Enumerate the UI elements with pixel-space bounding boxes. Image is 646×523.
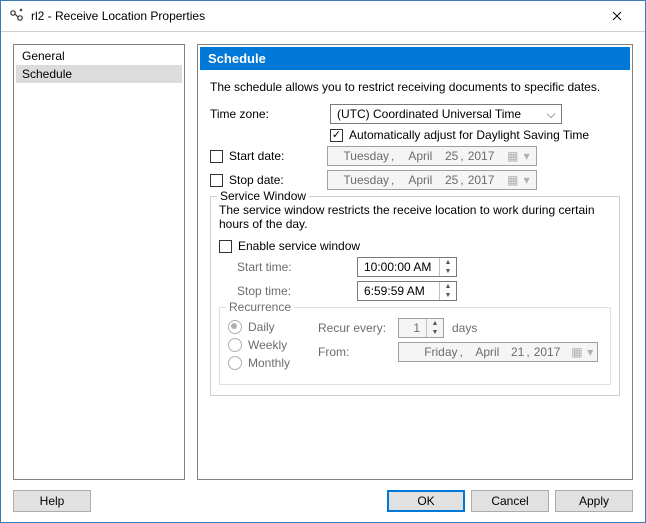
timezone-value: (UTC) Coordinated Universal Time bbox=[337, 107, 543, 121]
help-button[interactable]: Help bbox=[13, 490, 91, 512]
timezone-combobox[interactable]: (UTC) Coordinated Universal Time ⌵ bbox=[330, 104, 562, 124]
stop-time-spinner[interactable]: 6:59:59 AM ▲▼ bbox=[357, 281, 457, 301]
spin-up-icon: ▲ bbox=[427, 319, 443, 328]
recur-every-spinner[interactable]: 1 ▲▼ bbox=[398, 318, 444, 338]
recurrence-weekly-label: Weekly bbox=[248, 338, 287, 352]
recurrence-monthly-radio[interactable] bbox=[228, 356, 242, 370]
enable-service-window-label: Enable service window bbox=[238, 239, 360, 253]
service-window-desc: The service window restricts the receive… bbox=[219, 203, 611, 231]
start-time-spinner[interactable]: 10:00:00 AM ▲▼ bbox=[357, 257, 457, 277]
recur-from-label: From: bbox=[318, 345, 398, 359]
service-window-legend: Service Window bbox=[217, 189, 309, 203]
main-area: General Schedule Schedule The schedule a… bbox=[13, 44, 633, 480]
recurrence-daily-radio[interactable] bbox=[228, 320, 242, 334]
window-title: rl2 - Receive Location Properties bbox=[31, 9, 597, 23]
app-icon bbox=[9, 8, 25, 24]
enable-service-window-checkbox[interactable] bbox=[219, 240, 232, 253]
recurrence-legend: Recurrence bbox=[226, 300, 294, 314]
recurrence-group: Recurrence Daily Weekly Monthly Recur ev… bbox=[219, 307, 611, 385]
chevron-down-icon: ▾ bbox=[522, 149, 532, 163]
calendar-icon: ▦ bbox=[568, 345, 585, 359]
recur-from-picker[interactable]: Friday, April 21, 2017 ▦ ▾ bbox=[398, 342, 598, 362]
recurrence-monthly-label: Monthly bbox=[248, 356, 290, 370]
dst-label: Automatically adjust for Daylight Saving… bbox=[349, 128, 589, 142]
stop-date-picker[interactable]: Tuesday, April 25, 2017 ▦ ▾ bbox=[327, 170, 537, 190]
spin-down-icon: ▼ bbox=[440, 267, 456, 276]
sidebar-item-general[interactable]: General bbox=[16, 47, 182, 65]
spin-up-icon: ▲ bbox=[440, 258, 456, 267]
section-header: Schedule bbox=[200, 47, 630, 70]
calendar-icon: ▦ bbox=[504, 149, 522, 163]
stop-date-checkbox[interactable] bbox=[210, 174, 223, 187]
ok-button[interactable]: OK bbox=[387, 490, 465, 512]
recurrence-daily-label: Daily bbox=[248, 320, 275, 334]
service-window-group: Service Window The service window restri… bbox=[210, 196, 620, 396]
close-button[interactable] bbox=[597, 1, 637, 31]
start-time-label: Start time: bbox=[219, 260, 357, 274]
chevron-down-icon: ⌵ bbox=[543, 107, 559, 122]
dialog-window: rl2 - Receive Location Properties Genera… bbox=[0, 0, 646, 523]
spin-down-icon: ▼ bbox=[427, 328, 443, 337]
content-panel: Schedule The schedule allows you to rest… bbox=[197, 44, 633, 480]
spin-up-icon: ▲ bbox=[440, 282, 456, 291]
dst-checkbox[interactable] bbox=[330, 129, 343, 142]
recur-every-unit: days bbox=[452, 321, 477, 335]
cancel-button[interactable]: Cancel bbox=[471, 490, 549, 512]
title-bar: rl2 - Receive Location Properties bbox=[1, 1, 645, 32]
chevron-down-icon: ▾ bbox=[585, 345, 595, 359]
start-date-checkbox[interactable] bbox=[210, 150, 223, 163]
apply-button[interactable]: Apply bbox=[555, 490, 633, 512]
timezone-label: Time zone: bbox=[210, 107, 330, 121]
sidebar-item-schedule[interactable]: Schedule bbox=[16, 65, 182, 83]
start-date-label: Start date: bbox=[229, 149, 327, 163]
spin-down-icon: ▼ bbox=[440, 291, 456, 300]
dialog-body: General Schedule Schedule The schedule a… bbox=[1, 32, 645, 522]
stop-time-label: Stop time: bbox=[219, 284, 357, 298]
start-date-picker[interactable]: Tuesday, April 25, 2017 ▦ ▾ bbox=[327, 146, 537, 166]
section-description: The schedule allows you to restrict rece… bbox=[210, 80, 620, 94]
recurrence-weekly-radio[interactable] bbox=[228, 338, 242, 352]
chevron-down-icon: ▾ bbox=[522, 173, 532, 187]
calendar-icon: ▦ bbox=[504, 173, 522, 187]
category-sidebar: General Schedule bbox=[13, 44, 185, 480]
recur-every-label: Recur every: bbox=[318, 321, 398, 335]
dialog-footer: Help OK Cancel Apply bbox=[13, 480, 633, 512]
stop-date-label: Stop date: bbox=[229, 173, 327, 187]
